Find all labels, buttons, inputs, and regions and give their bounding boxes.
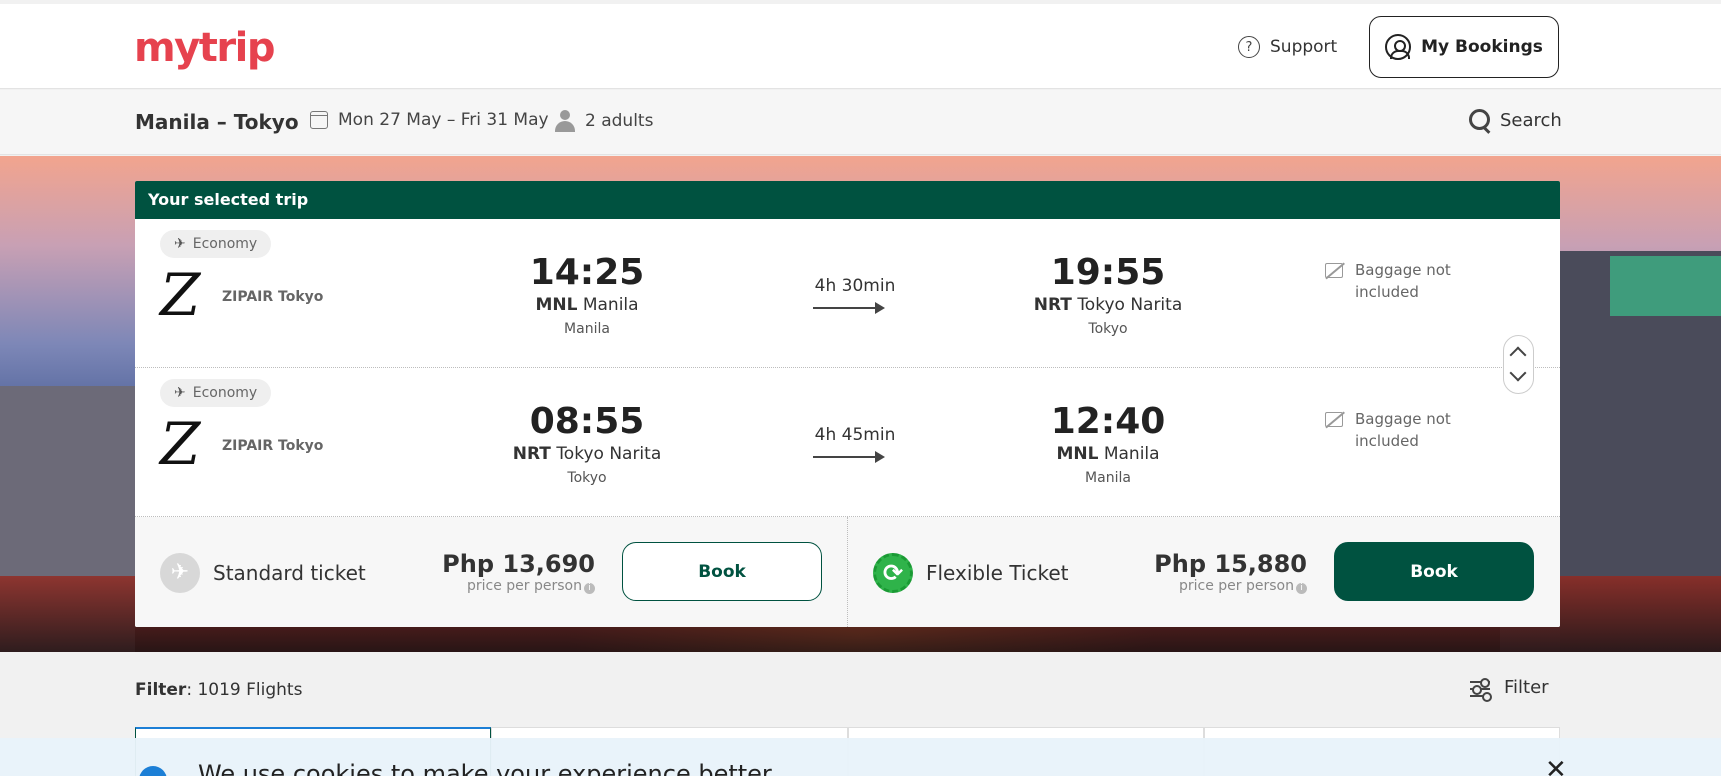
arrival-airport-name: Manila — [1103, 444, 1160, 464]
my-bookings-button[interactable]: My Bookings — [1369, 16, 1559, 78]
dates-text: Mon 27 May – Fri 31 May — [338, 110, 549, 130]
selected-trip-title: Your selected trip — [135, 181, 1560, 219]
cookie-message: We use cookies to make your experience b… — [198, 760, 772, 776]
airline-logo: Z — [160, 410, 201, 478]
my-bookings-label: My Bookings — [1421, 37, 1543, 57]
cookie-banner: We use cookies to make your experience b… — [0, 738, 1721, 776]
ticket-name: Standard ticket — [213, 561, 366, 585]
flight-duration: 4h 30min — [814, 276, 896, 296]
departure-airport-name: Tokyo Narita — [556, 444, 662, 464]
selected-trip-card: Your selected trip ✈ Economy Z ZIPAIR To… — [135, 181, 1560, 627]
flight-leg-outbound[interactable]: ✈ Economy Z ZIPAIR Tokyo 14:25 MNL Manil… — [135, 219, 1560, 368]
departure: 14:25 MNL Manila Manila — [467, 252, 707, 338]
search-label: Search — [1500, 109, 1562, 131]
airline-name: ZIPAIR Tokyo — [222, 438, 324, 454]
calendar-icon — [310, 111, 328, 129]
arrival-code: MNL — [1056, 444, 1099, 464]
filter-label: Filter — [135, 680, 187, 700]
departure-code: NRT — [512, 444, 551, 464]
chevron-up-icon[interactable] — [1509, 346, 1527, 364]
help-icon: ? — [1238, 36, 1260, 58]
arrival-airport: NRT Tokyo Narita — [988, 295, 1228, 315]
chevron-down-icon[interactable] — [1509, 364, 1527, 382]
flight-leg-return[interactable]: ✈ Economy Z ZIPAIR Tokyo 08:55 NRT Tokyo… — [135, 368, 1560, 517]
no-baggage-icon — [1325, 263, 1343, 278]
cabin-label: Economy — [192, 236, 258, 252]
baggage-info: Baggage not included — [1355, 410, 1451, 450]
arrival-code: NRT — [1033, 295, 1072, 315]
price-note: price per person i — [415, 578, 595, 594]
plane-icon: ✈ — [174, 385, 186, 401]
book-flexible-button[interactable]: Book — [1334, 542, 1534, 601]
departure: 08:55 NRT Tokyo Narita Tokyo — [467, 401, 707, 487]
arrival: 12:40 MNL Manila Manila — [988, 401, 1228, 487]
departure-time: 14:25 — [529, 252, 645, 293]
refresh-icon: ⟳ — [873, 553, 913, 593]
price-note-text: price per person — [467, 578, 582, 594]
flexible-ticket-option: ⟳ Flexible Ticket Php 15,880 price per p… — [847, 517, 1559, 627]
mytrip-logo[interactable]: mytrip — [134, 26, 275, 70]
cabin-badge: ✈ Economy — [160, 230, 272, 258]
price-note-text: price per person — [1179, 578, 1294, 594]
cabin-badge: ✈ Economy — [160, 379, 272, 407]
arrow-right-icon — [813, 302, 885, 314]
person-icon — [555, 110, 575, 132]
book-standard-button[interactable]: Book — [622, 542, 822, 601]
flight-count: Filter: 1019 Flights — [135, 680, 302, 700]
support-label: Support — [1270, 37, 1338, 57]
info-icon — [139, 766, 167, 776]
price-note: price per person i — [1127, 578, 1307, 594]
price-amount: Php 13,690 — [442, 550, 595, 578]
ticket-name: Flexible Ticket — [926, 561, 1069, 585]
travel-dates: Mon 27 May – Fri 31 May — [310, 110, 549, 130]
route-text: Manila – Tokyo — [135, 110, 299, 134]
passengers-text: 2 adults — [585, 111, 654, 131]
passengers: 2 adults — [555, 110, 653, 132]
arrival-airport-name: Tokyo Narita — [1077, 295, 1183, 315]
arrival-time: 19:55 — [1050, 252, 1166, 293]
standard-ticket-option: ✈ Standard ticket Php 13,690 price per p… — [135, 517, 847, 627]
plane-circle-icon: ✈ — [160, 553, 200, 593]
departure-airport-name: Manila — [582, 295, 639, 315]
building-lights — [1610, 256, 1721, 316]
sliders-icon — [1470, 677, 1492, 702]
departure-city: Manila — [564, 321, 610, 337]
info-icon[interactable]: i — [1296, 583, 1307, 594]
departure-airport: NRT Tokyo Narita — [467, 444, 707, 464]
filter-count-text: : 1019 Flights — [186, 680, 303, 700]
arrival-city: Tokyo — [1088, 321, 1128, 337]
close-icon[interactable]: ✕ — [1545, 757, 1567, 776]
airline-name: ZIPAIR Tokyo — [222, 289, 324, 305]
filter-button-label: Filter — [1504, 677, 1549, 698]
search-summary-bar: Manila – Tokyo Mon 27 May – Fri 31 May 2… — [0, 90, 1721, 155]
filter-button[interactable]: Filter — [1470, 677, 1549, 702]
no-baggage-icon — [1325, 412, 1343, 427]
flight-duration: 4h 45min — [814, 425, 896, 445]
departure-city: Tokyo — [567, 470, 607, 486]
user-icon — [1385, 34, 1412, 60]
arrival-city: Manila — [1085, 470, 1131, 486]
site-header: mytrip ? Support My Bookings — [0, 4, 1721, 89]
ticket-price: Php 15,880 price per person i — [1127, 550, 1307, 594]
search-button[interactable]: Search — [1468, 108, 1562, 132]
departure-time: 08:55 — [529, 401, 645, 442]
cabin-label: Economy — [192, 385, 258, 401]
ticket-options: ✈ Standard ticket Php 13,690 price per p… — [135, 517, 1560, 627]
ticket-price: Php 13,690 price per person i — [415, 550, 595, 594]
arrival: 19:55 NRT Tokyo Narita Tokyo — [988, 252, 1228, 338]
leg-scroll-control — [1503, 335, 1534, 394]
price-amount: Php 15,880 — [1154, 550, 1307, 578]
support-link[interactable]: ? Support — [1238, 32, 1337, 62]
departure-airport: MNL Manila — [467, 295, 707, 315]
plane-icon: ✈ — [174, 236, 186, 252]
arrow-right-icon — [813, 451, 885, 463]
baggage-info: Baggage not included — [1355, 261, 1451, 301]
arrival-airport: MNL Manila — [988, 444, 1228, 464]
airline-logo: Z — [160, 261, 201, 329]
search-icon — [1468, 108, 1492, 132]
info-icon[interactable]: i — [584, 583, 595, 594]
arrival-time: 12:40 — [1050, 401, 1166, 442]
departure-code: MNL — [535, 295, 578, 315]
